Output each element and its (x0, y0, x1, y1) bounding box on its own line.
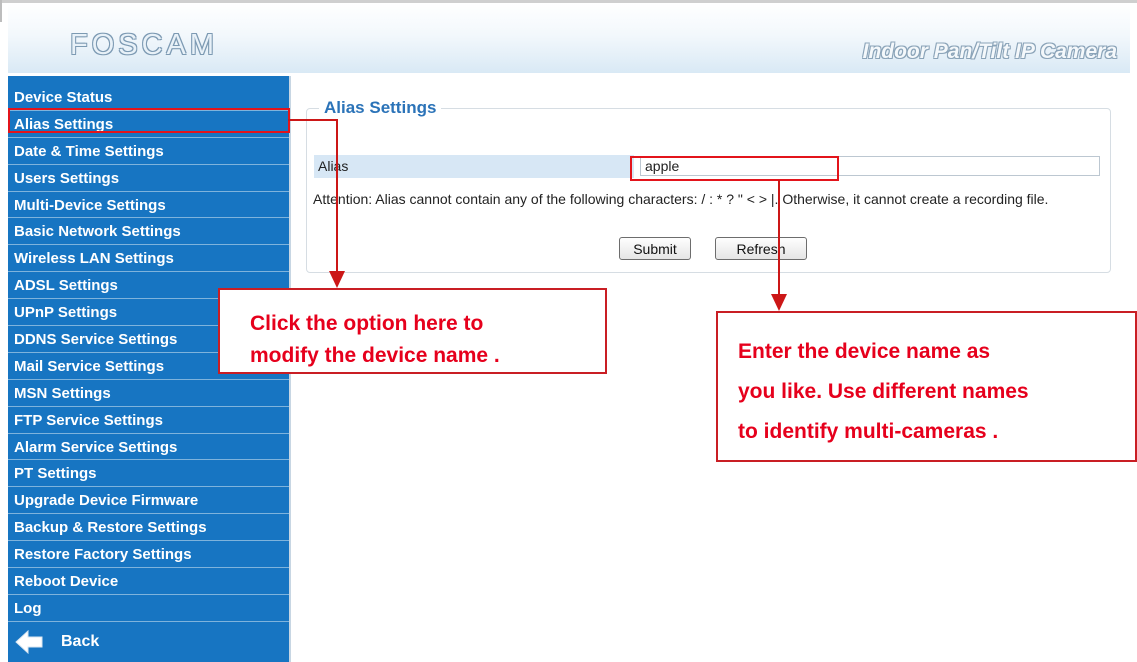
callout-left-line1: Click the option here to (250, 312, 484, 335)
sidebar-item-log[interactable]: Log (8, 595, 289, 622)
sidebar-item-multi-device-settings[interactable]: Multi-Device Settings (8, 192, 289, 219)
back-arrow-icon (15, 630, 43, 654)
connector-line-vertical-left (336, 119, 338, 271)
callout-left-line2: modify the device name . (250, 344, 500, 367)
sidebar-item-alarm-service-settings[interactable]: Alarm Service Settings (8, 434, 289, 461)
arrow-down-left-icon (329, 271, 345, 288)
window-left-border (0, 0, 2, 22)
sidebar-highlight-box (8, 108, 290, 133)
alias-label: Alias (314, 155, 634, 178)
sidebar-item-ftp-service-settings[interactable]: FTP Service Settings (8, 407, 289, 434)
back-label: Back (61, 633, 100, 650)
sidebar-item-msn-settings[interactable]: MSN Settings (8, 380, 289, 407)
back-button[interactable]: Back (8, 622, 289, 662)
sidebar-item-restore-factory-settings[interactable]: Restore Factory Settings (8, 541, 289, 569)
sidebar-item-wireless-lan-settings[interactable]: Wireless LAN Settings (8, 245, 289, 273)
alias-input-highlight-box (630, 156, 839, 181)
callout-right-line2: you like. Use different names (738, 380, 1029, 403)
sidebar-item-date-time-settings[interactable]: Date & Time Settings (8, 138, 289, 165)
sidebar-item-basic-network-settings[interactable]: Basic Network Settings (8, 218, 289, 246)
callout-sidebar-hint: Click the option here to modify the devi… (218, 288, 607, 374)
callout-right-line1: Enter the device name as (738, 340, 991, 363)
foscam-logo: FOSCAM (70, 29, 219, 61)
attention-note: Attention: Alias cannot contain any of t… (313, 191, 1049, 207)
page-header: FOSCAM Indoor Pan/Tilt IP Camera (8, 3, 1130, 73)
refresh-button[interactable]: Refresh (715, 237, 807, 260)
sidebar-item-pt-settings[interactable]: PT Settings (8, 460, 289, 488)
sidebar-item-users-settings[interactable]: Users Settings (8, 165, 289, 192)
submit-button[interactable]: Submit (619, 237, 691, 260)
sidebar-item-device-status[interactable]: Device Status (8, 84, 289, 111)
connector-line-horizontal-left (288, 119, 337, 121)
product-tagline: Indoor Pan/Tilt IP Camera (862, 40, 1117, 63)
callout-name-hint: Enter the device name as you like. Use d… (716, 311, 1137, 462)
arrow-down-right-icon (771, 294, 787, 311)
sidebar-item-reboot-device[interactable]: Reboot Device (8, 568, 289, 595)
callout-right-line3: to identify multi-cameras . (738, 420, 999, 443)
connector-line-vertical-right (778, 180, 780, 294)
sidebar-item-backup-restore-settings[interactable]: Backup & Restore Settings (8, 514, 289, 542)
page-title: Alias Settings (319, 98, 442, 118)
sidebar-item-upgrade-device-firmware[interactable]: Upgrade Device Firmware (8, 487, 289, 515)
